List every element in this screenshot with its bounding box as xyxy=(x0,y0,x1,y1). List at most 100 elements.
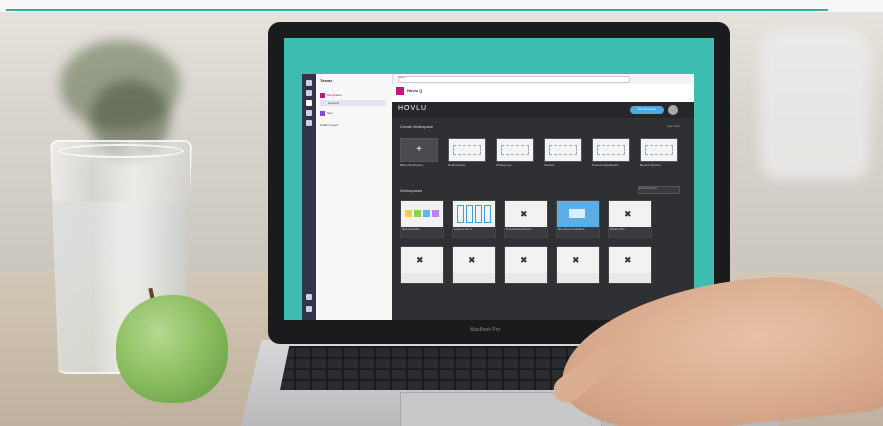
workspace-card[interactable]: Lesson 1 Item 1 xyxy=(452,200,496,238)
shapes-icon xyxy=(569,209,585,218)
hovlu-x-icon: ✖ xyxy=(416,255,424,265)
workspaces-section-title: Workspaces xyxy=(400,188,422,193)
teams-sidebar: Teams Teamname General Test Hidden teams xyxy=(316,74,393,320)
team-row-label: Test xyxy=(327,111,333,115)
team-avatar xyxy=(320,92,325,98)
workspace-filter-input[interactable]: Find Workspace xyxy=(638,186,680,194)
hovlu-panel: HOVLU New Workspace Create Workspace See… xyxy=(392,102,694,320)
workspace-thumbnail: ✖ xyxy=(505,247,547,273)
filter-placeholder: Find Workspace xyxy=(639,187,658,190)
search-placeholder: Search xyxy=(399,77,406,79)
template-grid-icon xyxy=(597,145,625,155)
workspace-thumbnail: ✖ xyxy=(505,201,547,227)
channel-header: Hovlu Q xyxy=(392,84,694,103)
template-card[interactable]: + xyxy=(400,138,438,162)
template-card[interactable] xyxy=(544,138,582,162)
workspace-card[interactable]: Idea Generation xyxy=(400,200,444,238)
green-apple xyxy=(116,295,228,403)
workspace-thumbnail: ✖ xyxy=(557,247,599,273)
workspace-thumbnail: ✖ xyxy=(609,247,651,273)
hovlu-x-icon: ✖ xyxy=(520,209,528,219)
hovlu-x-icon: ✖ xyxy=(520,255,528,265)
template-grid-icon xyxy=(501,145,529,155)
glass-rim xyxy=(58,144,184,158)
create-section-title: Create Workspace xyxy=(400,124,434,129)
workspace-card[interactable]: ✖ xyxy=(608,246,652,284)
workspace-thumbnail xyxy=(557,201,599,227)
template-card[interactable] xyxy=(448,138,486,162)
teams-header: Teams xyxy=(320,78,333,83)
calendar-icon[interactable] xyxy=(306,110,312,116)
workspace-card[interactable]: ✖ xyxy=(504,246,548,284)
help-icon[interactable] xyxy=(306,306,312,312)
caption-bar xyxy=(0,0,883,12)
team-avatar xyxy=(320,110,325,116)
workspace-name: Lesson 1 Item 1 xyxy=(453,227,495,237)
hovlu-header: HOVLU New Workspace xyxy=(392,102,694,118)
workspace-name: Idea Generation xyxy=(401,227,443,237)
workspace-card[interactable]: ✖ xyxy=(556,246,600,284)
apps-icon[interactable] xyxy=(306,294,312,300)
kanban-column-icon xyxy=(466,205,473,223)
laptop-brand-label: MacBook Pro xyxy=(470,327,501,333)
template-label: Process Dashboard xyxy=(592,163,619,167)
workspace-card[interactable]: ✖ Project Weekly Report xyxy=(504,200,548,238)
chat-icon[interactable] xyxy=(306,90,312,96)
app-rail xyxy=(302,74,316,320)
teams-app-window: Teams Teamname General Test Hidden teams… xyxy=(302,74,694,320)
template-card[interactable] xyxy=(592,138,630,162)
template-card[interactable] xyxy=(640,138,678,162)
sticky-note-icon xyxy=(423,210,430,217)
user-avatar[interactable] xyxy=(668,105,678,115)
template-label: Blank Workspace xyxy=(400,163,424,167)
team-row-label: Teamname xyxy=(327,93,342,97)
hovlu-x-icon: ✖ xyxy=(468,255,476,265)
template-label: Writing Loo... xyxy=(496,163,514,167)
kanban-column-icon xyxy=(457,205,464,223)
new-workspace-button[interactable]: New Workspace xyxy=(630,106,664,114)
workspace-card[interactable]: ✖ Weekly Work xyxy=(608,200,652,238)
sticky-note-icon xyxy=(432,210,439,217)
team-row[interactable]: Teamname xyxy=(320,92,386,98)
template-label: Draft Review xyxy=(448,163,466,167)
hidden-teams-row[interactable]: Hidden teams xyxy=(320,122,386,128)
workspace-card[interactable]: ✖ xyxy=(452,246,496,284)
channel-row[interactable]: General xyxy=(320,100,386,106)
workspace-name: Site Vision Preparations xyxy=(557,227,599,237)
laptop-screen: Teams Teamname General Test Hidden teams… xyxy=(284,38,714,320)
template-grid-icon xyxy=(453,145,481,155)
hovlu-x-icon: ✖ xyxy=(572,255,580,265)
workspace-thumbnail: ✖ xyxy=(401,247,443,273)
workspace-name: Project Weekly Report xyxy=(505,227,547,237)
hovlu-x-icon: ✖ xyxy=(624,255,632,265)
channel-row-label: General xyxy=(328,101,339,105)
teams-icon[interactable] xyxy=(306,100,312,106)
workspace-thumbnail: ✖ xyxy=(453,247,495,273)
template-grid-icon xyxy=(549,145,577,155)
hovlu-tab-logo xyxy=(396,87,404,95)
workspace-thumbnail xyxy=(453,201,495,227)
workspace-name: Weekly Work xyxy=(609,227,651,237)
files-icon[interactable] xyxy=(306,120,312,126)
kanban-column-icon xyxy=(475,205,482,223)
workspace-thumbnail: ✖ xyxy=(609,201,651,227)
workspace-card[interactable]: ✖ xyxy=(400,246,444,284)
sticky-note-icon xyxy=(414,210,421,217)
blurred-lamp xyxy=(760,30,870,180)
template-card[interactable] xyxy=(496,138,534,162)
template-label: Review Planner xyxy=(640,163,662,167)
activity-icon[interactable] xyxy=(306,80,312,86)
sticky-note-icon xyxy=(405,210,412,217)
team-row[interactable]: Test xyxy=(320,110,386,116)
hovlu-x-icon: ✖ xyxy=(624,209,632,219)
template-label: Kanban xyxy=(544,163,555,167)
tab-title[interactable]: Hovlu Q xyxy=(407,88,422,93)
template-grid-icon xyxy=(645,145,673,155)
search-input[interactable]: Search xyxy=(398,76,630,83)
hidden-teams-label: Hidden teams xyxy=(320,123,339,127)
workspace-card[interactable]: Site Vision Preparations xyxy=(556,200,600,238)
caption-rule xyxy=(6,9,828,11)
photo-scene: MacBook Pro Teams Teamname General Test … xyxy=(0,0,883,426)
hovlu-logo: HOVLU xyxy=(398,105,428,112)
see-more-link[interactable]: See more xyxy=(667,124,680,128)
